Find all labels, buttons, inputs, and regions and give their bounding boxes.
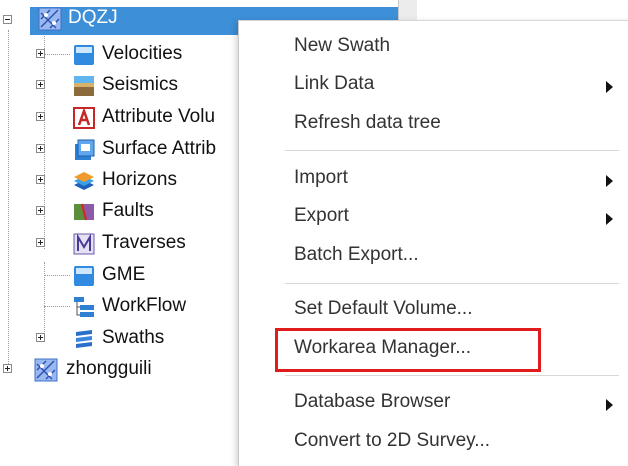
tree-node-label: Traverses (102, 232, 186, 253)
submenu-arrow-icon (606, 399, 613, 411)
menu-item-set-default-volume[interactable]: Set Default Volume... (239, 292, 628, 328)
menu-item-import[interactable]: Import (239, 161, 628, 197)
menu-item-label: Export (294, 205, 349, 226)
expand-icon[interactable] (36, 80, 45, 89)
menu-item-database-browser[interactable]: Database Browser (239, 385, 628, 421)
context-menu: New Swath Link Data Refresh data tree Im… (238, 20, 628, 466)
expand-icon[interactable] (36, 238, 45, 247)
attribute-volume-icon (72, 106, 96, 130)
faults-icon (72, 200, 96, 224)
surface-attribute-icon (72, 138, 96, 162)
tree-node-label: Velocities (102, 43, 183, 64)
menu-item-workarea-manager[interactable]: Workarea Manager... (239, 331, 628, 367)
tree-connector (44, 306, 70, 307)
expand-icon[interactable] (36, 144, 45, 153)
submenu-arrow-icon (606, 81, 613, 93)
tree-node-velocities[interactable]: Velocities (0, 41, 240, 67)
menu-item-label: Batch Export... (294, 244, 419, 265)
tree-connector (44, 54, 70, 55)
submenu-arrow-icon (606, 175, 613, 187)
tree-node-traverses[interactable]: Traverses (0, 230, 240, 256)
menu-item-label: Refresh data tree (294, 112, 441, 133)
tree-node-label: GME (102, 264, 146, 285)
expand-icon[interactable] (36, 49, 45, 58)
menu-item-label: Import (294, 167, 348, 188)
expand-icon[interactable] (36, 175, 45, 184)
tree-node-faults[interactable]: Faults (0, 198, 240, 224)
expand-icon[interactable] (36, 206, 45, 215)
survey-grid-icon (34, 358, 58, 382)
tree-node-gme[interactable]: GME (0, 262, 240, 288)
submenu-arrow-icon (606, 213, 613, 225)
tree-node-swaths[interactable]: Swaths (0, 325, 240, 351)
tree-node-label: zhongguili (66, 358, 152, 379)
tree-node-horizons[interactable]: Horizons (0, 167, 240, 193)
seismic-volume-icon (72, 74, 96, 98)
tree-node-label: Surface Attrib (102, 138, 217, 159)
menu-item-refresh-data-tree[interactable]: Refresh data tree (239, 106, 628, 142)
menu-item-label: Set Default Volume... (294, 298, 473, 319)
tree-node-attribute-volumes[interactable]: Attribute Volu (0, 104, 240, 130)
tree-node-label: Faults (102, 200, 154, 221)
menu-item-label: Workarea Manager... (294, 337, 472, 358)
velocity-volume-icon (72, 43, 96, 67)
menu-separator (285, 375, 619, 376)
expand-icon[interactable] (36, 112, 45, 121)
expand-icon[interactable] (36, 333, 45, 342)
menu-item-convert-to-2d-survey[interactable]: Convert to 2D Survey... (239, 424, 628, 460)
menu-item-export[interactable]: Export (239, 199, 628, 235)
menu-item-batch-export[interactable]: Batch Export... (239, 238, 628, 274)
tree-node-surface-attributes[interactable]: Surface Attrib (0, 136, 240, 162)
expand-icon[interactable] (3, 364, 12, 373)
tree-node-seismics[interactable]: Seismics (0, 72, 240, 98)
tree-node-label: DQZJ (68, 7, 118, 28)
swaths-icon (72, 327, 96, 351)
horizons-icon (72, 169, 96, 193)
tree-node-label: Swaths (102, 327, 165, 348)
tree-connector (44, 275, 70, 276)
menu-item-label: New Swath (294, 35, 391, 56)
gme-icon (72, 264, 96, 288)
menu-separator (285, 150, 619, 151)
tree-node-label: WorkFlow (102, 295, 187, 316)
collapse-icon[interactable] (3, 15, 12, 24)
menu-item-label: Convert to 2D Survey... (294, 430, 491, 451)
survey-grid-icon (38, 7, 62, 31)
tree-node-label: Horizons (102, 169, 177, 190)
menu-separator (285, 283, 619, 284)
tree-node-label: Attribute Volu (102, 106, 216, 127)
tree-node-zhongguili[interactable]: zhongguili (0, 356, 240, 382)
menu-item-label: Database Browser (294, 391, 451, 412)
tree-node-label: Seismics (102, 74, 179, 95)
menu-item-label: Link Data (294, 73, 375, 94)
workflow-icon (72, 295, 96, 319)
traverse-icon (72, 232, 96, 256)
tree-node-workflow[interactable]: WorkFlow (0, 293, 240, 319)
menu-item-new-swath[interactable]: New Swath (239, 29, 628, 65)
menu-item-link-data[interactable]: Link Data (239, 67, 628, 103)
